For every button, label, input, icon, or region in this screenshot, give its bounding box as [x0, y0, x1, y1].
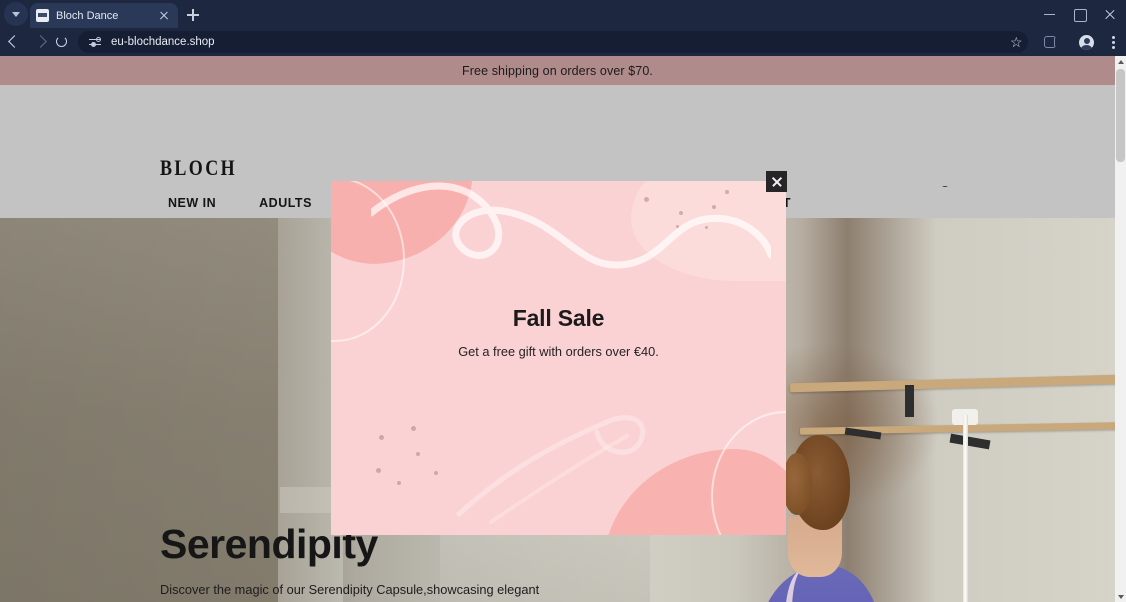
arrow-left-icon[interactable]: [4, 32, 26, 53]
page-viewport: Free shipping on orders over $70. BLOCH …: [0, 56, 1126, 602]
page-settings-icon[interactable]: [88, 35, 102, 49]
decorative-dot: [376, 468, 381, 473]
close-icon[interactable]: [766, 171, 787, 192]
decorative-dot: [434, 471, 438, 475]
window-close-icon[interactable]: [1099, 4, 1121, 24]
browser-chrome: Bloch Dance eu-blochdance.shop ☆: [0, 0, 1126, 56]
decorative-dot: [679, 211, 683, 215]
chevron-down-icon: [12, 11, 20, 17]
decorative-dot: [379, 435, 384, 440]
scroll-up-arrow-icon[interactable]: [1115, 56, 1126, 67]
browser-nav-bar: eu-blochdance.shop ☆: [0, 28, 1126, 56]
tab-strip: Bloch Dance: [0, 0, 1126, 28]
forward-glyph: [34, 35, 47, 48]
reload-glyph: [56, 36, 67, 47]
extensions-glyph: [1044, 36, 1059, 48]
minimize-icon[interactable]: [1039, 4, 1061, 24]
decorative-dot: [397, 481, 401, 485]
three-dot-menu-icon[interactable]: [1102, 32, 1124, 53]
address-bar-url: eu-blochdance.shop: [111, 36, 215, 48]
browser-tab[interactable]: Bloch Dance: [30, 3, 178, 28]
profile-avatar-icon[interactable]: [1076, 32, 1098, 53]
promo-modal: Fall Sale Get a free gift with orders ov…: [331, 171, 787, 535]
announcement-text: Free shipping on orders over $70.: [462, 63, 653, 78]
scrollbar-thumb[interactable]: [1116, 69, 1125, 162]
scroll-down-arrow-icon[interactable]: [1115, 591, 1126, 602]
decorative-dot: [416, 452, 420, 456]
page-favicon-icon: [36, 9, 49, 22]
arrow-right-icon[interactable]: [29, 32, 51, 53]
site-header: BLOCH EUR Search Cart My Account Log in: [0, 85, 1115, 228]
close-icon[interactable]: [156, 8, 172, 24]
maximize-icon[interactable]: [1069, 4, 1091, 24]
address-bar[interactable]: eu-blochdance.shop: [78, 31, 1028, 53]
decorative-dot: [676, 225, 679, 228]
decorative-dot: [712, 205, 716, 209]
decorative-swirl-top: [371, 182, 771, 269]
decorative-dot: [411, 426, 416, 431]
decorative-dot: [705, 226, 708, 229]
star-icon[interactable]: ☆: [1006, 32, 1028, 53]
announcement-bar: Free shipping on orders over $70.: [0, 56, 1115, 85]
reload-icon[interactable]: [51, 32, 73, 53]
tab-title: Bloch Dance: [56, 9, 119, 22]
extensions-puzzle-icon[interactable]: [1040, 32, 1062, 53]
decorative-swirl-bottom: [456, 415, 646, 524]
page-scrollbar[interactable]: [1115, 56, 1126, 602]
decorative-dot: [644, 197, 649, 202]
nav-item-new-in[interactable]: NEW IN: [168, 196, 216, 210]
promo-subtext: Get a free gift with orders over €40.: [458, 344, 659, 359]
star-glyph: ☆: [1010, 34, 1023, 50]
avatar-glyph: [1079, 35, 1094, 50]
plus-icon[interactable]: [182, 4, 204, 26]
tab-list-button[interactable]: [4, 2, 28, 26]
back-glyph: [8, 35, 21, 48]
brand-logo[interactable]: BLOCH: [160, 155, 237, 181]
nav-item-adults[interactable]: ADULTS: [259, 196, 312, 210]
hero-description: Discover the magic of our Serendipity Ca…: [160, 582, 540, 602]
promo-modal-card: Fall Sale Get a free gift with orders ov…: [331, 181, 786, 535]
decorative-dot: [725, 190, 729, 194]
promo-heading: Fall Sale: [512, 305, 605, 331]
menu-glyph: [1111, 36, 1115, 39]
